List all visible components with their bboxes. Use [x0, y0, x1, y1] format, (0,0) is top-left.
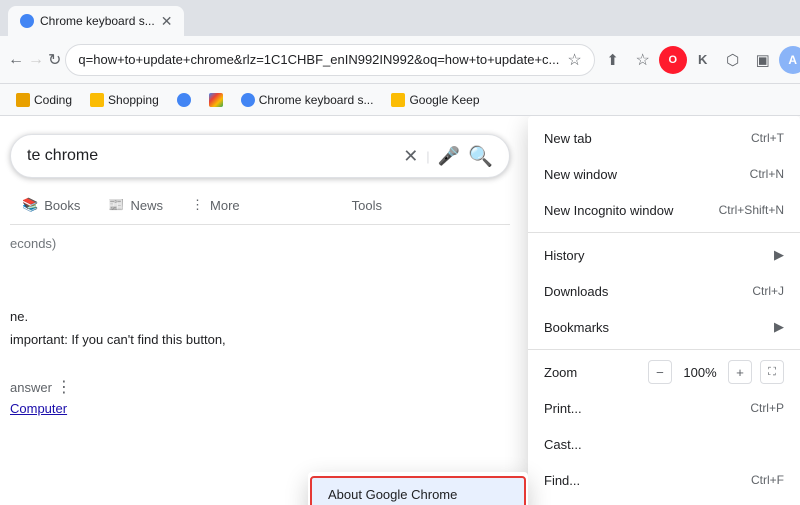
- menu-incognito-shortcut: Ctrl+Shift+N: [719, 203, 784, 217]
- toolbar: ← → ↻ q=how+to+update+chrome&rlz=1C1CHBF…: [0, 36, 800, 84]
- menu-new-window-label: New window: [544, 167, 617, 182]
- menu-new-tab-shortcut: Ctrl+T: [751, 131, 784, 145]
- google-favicon: [209, 93, 223, 107]
- menu-find-shortcut: Ctrl+F: [751, 473, 784, 487]
- menu-item-downloads[interactable]: Downloads Ctrl+J: [528, 273, 800, 309]
- sidebar-icon[interactable]: ▣: [749, 46, 777, 74]
- history-chevron-icon: ▶: [774, 247, 784, 263]
- bookmarks-bar: Coding Shopping Chrome keyboard s... Goo…: [0, 84, 800, 116]
- bookmark-coding-label: Coding: [34, 93, 72, 107]
- share-icon[interactable]: ⬆: [599, 46, 627, 74]
- avatar[interactable]: A: [779, 46, 800, 74]
- page-content: te chrome ✕ | 🎤 🔍 📚 Books 📰 News ⋮ More: [0, 116, 800, 505]
- menu-print-shortcut: Ctrl+P: [750, 401, 784, 415]
- tab-title: Chrome keyboard s...: [40, 14, 155, 28]
- dropdown-overlay: New tab Ctrl+T New window Ctrl+N New Inc…: [0, 116, 800, 505]
- bookmark-star-icon[interactable]: ☆: [629, 46, 657, 74]
- menu-item-incognito[interactable]: New Incognito window Ctrl+Shift+N: [528, 192, 800, 228]
- zoom-value: 100%: [680, 365, 720, 380]
- star-icon[interactable]: ☆: [567, 50, 581, 70]
- menu-downloads-label: Downloads: [544, 284, 608, 299]
- tab-close-button[interactable]: ✕: [161, 13, 173, 30]
- address-bar[interactable]: q=how+to+update+chrome&rlz=1C1CHBF_enIN9…: [65, 44, 594, 76]
- opera-icon[interactable]: O: [659, 46, 687, 74]
- menu-zoom-label: Zoom: [544, 365, 577, 380]
- menu-incognito-label: New Incognito window: [544, 203, 673, 218]
- menu-item-new-tab[interactable]: New tab Ctrl+T: [528, 120, 800, 156]
- bookmark-google[interactable]: [201, 88, 231, 112]
- menu-print-label: Print...: [544, 401, 582, 416]
- bookmark-chrome-keyboard-label: Chrome keyboard s...: [259, 93, 374, 107]
- menu-downloads-shortcut: Ctrl+J: [752, 284, 784, 298]
- browser-frame: Chrome keyboard s... ✕ ← → ↻ q=how+to+up…: [0, 0, 800, 505]
- dropdown-menu: New tab Ctrl+T New window Ctrl+N New Inc…: [528, 116, 800, 505]
- bookmark-coding[interactable]: Coding: [8, 88, 80, 112]
- tab-bar: Chrome keyboard s... ✕: [0, 0, 800, 36]
- bookmark-chrome-keyboard[interactable]: Chrome keyboard s...: [233, 88, 382, 112]
- forward-button[interactable]: →: [28, 46, 44, 74]
- zoom-increase-button[interactable]: +: [728, 360, 752, 384]
- coding-favicon: [16, 93, 30, 107]
- bookmark-chrome1[interactable]: [169, 88, 199, 112]
- keep-favicon: [391, 93, 405, 107]
- bookmark-keep[interactable]: Google Keep: [383, 88, 487, 112]
- toolbar-actions: ⬆ ☆ O K ⬡ ▣ A ⋮: [599, 46, 800, 74]
- help-submenu: About Google Chrome What's New Help cent…: [308, 472, 528, 505]
- menu-item-zoom: Zoom − 100% + ⛶: [528, 354, 800, 390]
- menu-bookmarks-label: Bookmarks: [544, 320, 609, 335]
- menu-history-label: History: [544, 248, 584, 263]
- bookmark-shopping[interactable]: Shopping: [82, 88, 167, 112]
- zoom-decrease-button[interactable]: −: [648, 360, 672, 384]
- menu-new-tab-label: New tab: [544, 131, 592, 146]
- menu-item-new-window[interactable]: New window Ctrl+N: [528, 156, 800, 192]
- reload-button[interactable]: ↻: [48, 46, 61, 74]
- menu-item-print[interactable]: Print... Ctrl+P: [528, 390, 800, 426]
- menu-item-find[interactable]: Find... Ctrl+F: [528, 462, 800, 498]
- bookmark-keep-label: Google Keep: [409, 93, 479, 107]
- extensions-icon[interactable]: ⬡: [719, 46, 747, 74]
- divider-2: [528, 349, 800, 350]
- chrome-keyboard-favicon: [241, 93, 255, 107]
- bookmarks-chevron-icon: ▶: [774, 319, 784, 335]
- chrome1-favicon: [177, 93, 191, 107]
- help-about-label: About Google Chrome: [328, 487, 457, 502]
- address-text: q=how+to+update+chrome&rlz=1C1CHBF_enIN9…: [78, 52, 559, 67]
- menu-new-window-shortcut: Ctrl+N: [750, 167, 784, 181]
- active-tab[interactable]: Chrome keyboard s... ✕: [8, 6, 184, 36]
- divider-1: [528, 232, 800, 233]
- menu-find-label: Find...: [544, 473, 580, 488]
- menu-item-more-tools[interactable]: More tools ▶: [528, 498, 800, 505]
- tab-favicon: [20, 14, 34, 28]
- help-submenu-about[interactable]: About Google Chrome: [310, 476, 526, 505]
- zoom-fullscreen-button[interactable]: ⛶: [760, 360, 784, 384]
- shopping-favicon: [90, 93, 104, 107]
- menu-item-cast[interactable]: Cast...: [528, 426, 800, 462]
- zoom-control: − 100% + ⛶: [648, 360, 784, 384]
- back-button[interactable]: ←: [8, 46, 24, 74]
- menu-item-bookmarks[interactable]: Bookmarks ▶: [528, 309, 800, 345]
- k-icon[interactable]: K: [689, 46, 717, 74]
- bookmark-shopping-label: Shopping: [108, 93, 159, 107]
- menu-item-history[interactable]: History ▶: [528, 237, 800, 273]
- menu-cast-label: Cast...: [544, 437, 582, 452]
